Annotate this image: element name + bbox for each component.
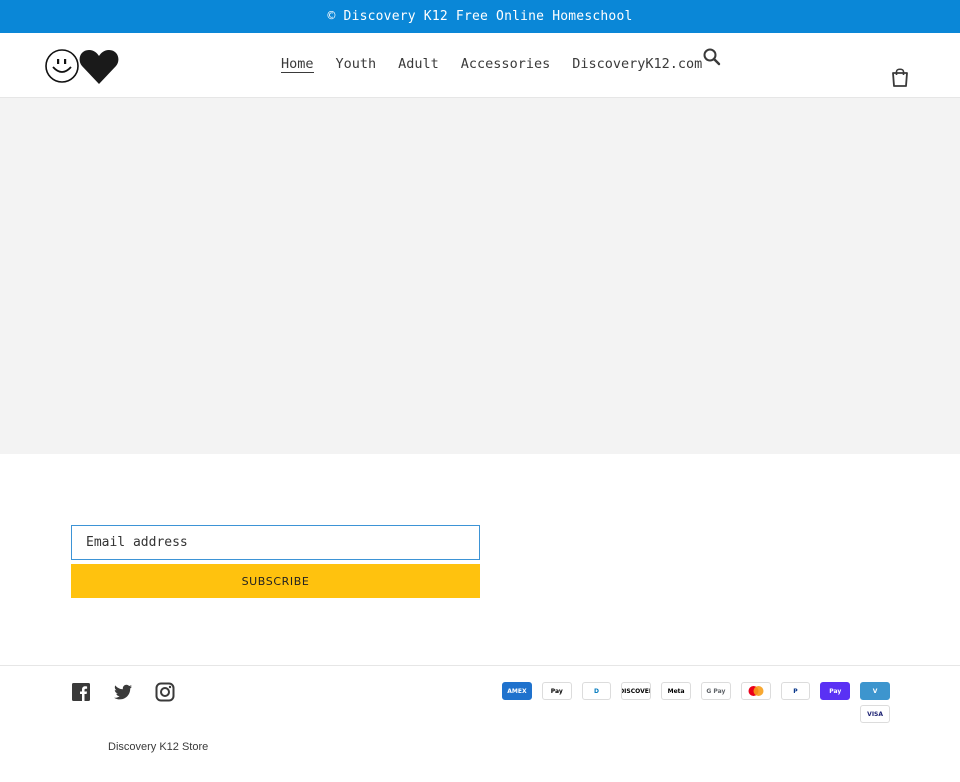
instagram-icon[interactable] bbox=[155, 682, 175, 702]
nav-discoveryk12[interactable]: DiscoveryK12.com bbox=[561, 55, 713, 73]
smiley-heart-logo[interactable] bbox=[44, 46, 120, 86]
twitter-icon[interactable] bbox=[113, 682, 133, 702]
site-header: Home Youth Adult Accessories DiscoveryK1… bbox=[0, 33, 960, 98]
hero-banner bbox=[0, 98, 960, 454]
social-links bbox=[71, 682, 175, 702]
cart-icon[interactable] bbox=[890, 66, 910, 88]
email-input[interactable] bbox=[71, 525, 480, 560]
shop-pay-icon: Pay bbox=[820, 682, 851, 700]
payment-row: AMEX Pay D DISCOVER Meta G Pay P Pay V bbox=[502, 682, 890, 700]
meta-pay-icon: Meta bbox=[661, 682, 692, 700]
mastercard-icon bbox=[740, 682, 771, 700]
nav-youth[interactable]: Youth bbox=[325, 55, 388, 73]
copyright-text: Discovery K12 Store bbox=[108, 741, 209, 753]
main-nav: Home Youth Adult Accessories DiscoveryK1… bbox=[270, 55, 713, 73]
facebook-icon[interactable] bbox=[71, 682, 91, 702]
discover-icon: DISCOVER bbox=[621, 682, 652, 700]
announcement-bar: © Discovery K12 Free Online Homeschool bbox=[0, 0, 960, 33]
visa-icon: VISA bbox=[860, 705, 890, 723]
nav-label: Home bbox=[281, 56, 314, 73]
announcement-text: © Discovery K12 Free Online Homeschool bbox=[327, 9, 633, 24]
venmo-icon: V bbox=[860, 682, 890, 700]
newsletter-form: SUBSCRIBE bbox=[71, 525, 480, 598]
nav-label: Accessories bbox=[460, 56, 551, 72]
footer-divider bbox=[0, 665, 960, 666]
google-pay-icon: G Pay bbox=[701, 682, 731, 700]
nav-label: Youth bbox=[335, 56, 377, 72]
search-icon[interactable] bbox=[702, 47, 722, 67]
paypal-icon: P bbox=[780, 682, 811, 700]
nav-label: Adult bbox=[398, 56, 439, 72]
amex-icon: AMEX bbox=[502, 682, 532, 700]
nav-adult[interactable]: Adult bbox=[387, 55, 450, 73]
nav-accessories[interactable]: Accessories bbox=[450, 55, 561, 73]
nav-label: DiscoveryK12.com bbox=[572, 56, 703, 72]
nav-home[interactable]: Home bbox=[270, 55, 325, 73]
payment-icons: AMEX Pay D DISCOVER Meta G Pay P Pay V VISA bbox=[502, 682, 890, 728]
apple-pay-icon: Pay bbox=[541, 682, 572, 700]
subscribe-button[interactable]: SUBSCRIBE bbox=[71, 564, 480, 598]
payment-row: VISA bbox=[502, 705, 890, 723]
diners-club-icon: D bbox=[581, 682, 612, 700]
